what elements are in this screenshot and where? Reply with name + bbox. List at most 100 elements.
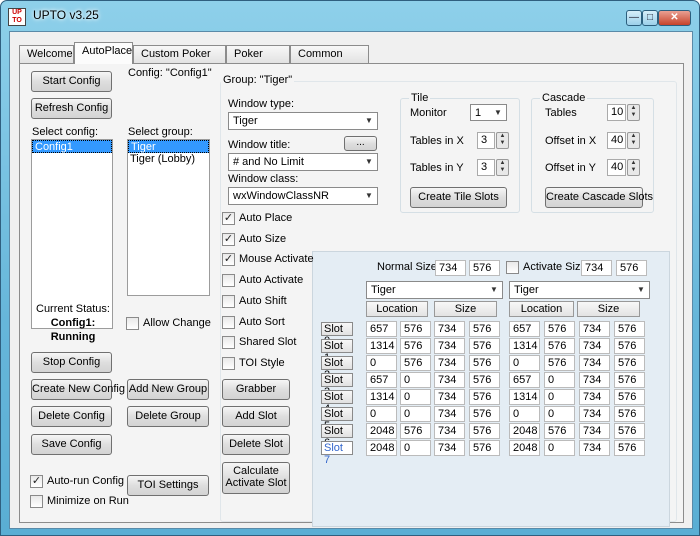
slot-activate-cell[interactable]: 576	[614, 338, 645, 354]
slot-activate-cell[interactable]: 0	[509, 355, 540, 371]
delete-slot-button[interactable]: Delete Slot	[222, 434, 290, 455]
tables-in-x-input[interactable]: 3	[477, 132, 495, 149]
normal-type-select[interactable]: Tiger ▼	[366, 281, 503, 299]
slot-activate-cell[interactable]: 657	[509, 372, 540, 388]
slot-activate-cell[interactable]: 0	[544, 389, 575, 405]
slot-row-label[interactable]: Slot 7	[321, 441, 353, 466]
slot-normal-cell[interactable]: 734	[434, 440, 465, 456]
slot-activate-cell[interactable]: 1314	[509, 389, 540, 405]
slot-normal-cell[interactable]: 657	[366, 321, 397, 337]
monitor-select[interactable]: 1 ▼	[470, 104, 507, 121]
slot-normal-cell[interactable]: 0	[366, 355, 397, 371]
slot-normal-cell[interactable]: 0	[400, 372, 431, 388]
checkbox-auto-place[interactable]: ✓ Auto Place	[222, 212, 292, 226]
create-cascade-slots-button[interactable]: Create Cascade Slots	[545, 187, 653, 208]
slot-activate-cell[interactable]: 576	[614, 406, 645, 422]
slot-normal-cell[interactable]: 734	[434, 321, 465, 337]
slot-normal-cell[interactable]: 576	[469, 440, 500, 456]
group-list[interactable]: Tiger Tiger (Lobby)	[127, 139, 210, 296]
slot-normal-cell[interactable]: 576	[469, 338, 500, 354]
refresh-config-button[interactable]: Refresh Config	[31, 98, 112, 119]
slot-row-label[interactable]: Slot 4	[321, 390, 353, 415]
slot-normal-cell[interactable]: 576	[469, 372, 500, 388]
slot-row-label[interactable]: Slot 3	[321, 373, 353, 398]
slot-activate-cell[interactable]: 576	[614, 440, 645, 456]
close-button[interactable]: ✕	[658, 10, 691, 26]
slot-normal-cell[interactable]: 734	[434, 355, 465, 371]
slot-activate-cell[interactable]: 734	[579, 372, 610, 388]
save-config-button[interactable]: Save Config	[31, 434, 112, 455]
slot-activate-cell[interactable]: 734	[579, 355, 610, 371]
slot-normal-cell[interactable]: 734	[434, 406, 465, 422]
slot-activate-cell[interactable]: 734	[579, 321, 610, 337]
activate-size-checkbox[interactable]: Activate Size	[506, 261, 587, 275]
window-title-select[interactable]: # and No Limit ▼	[228, 153, 378, 171]
slot-activate-cell[interactable]: 734	[579, 423, 610, 439]
tables-in-y-input[interactable]: 3	[477, 159, 495, 176]
add-slot-button[interactable]: Add Slot	[222, 406, 290, 427]
slot-row-label[interactable]: Slot 0	[321, 322, 353, 347]
slot-normal-cell[interactable]: 2048	[366, 423, 397, 439]
calculate-activate-slot-button[interactable]: Calculate Activate Slot	[222, 462, 290, 494]
slot-activate-cell[interactable]: 2048	[509, 440, 540, 456]
window-class-select[interactable]: wxWindowClassNR ▼	[228, 187, 378, 205]
start-config-button[interactable]: Start Config	[31, 71, 112, 92]
auto-run-config-checkbox[interactable]: ✓ Auto-run Config	[30, 475, 124, 489]
slot-activate-cell[interactable]: 0	[544, 372, 575, 388]
window-title-browse-button[interactable]: ...	[344, 136, 377, 151]
slot-row-label[interactable]: Slot 2	[321, 356, 353, 381]
cascade-tables-spinner[interactable]: ▲ ▼	[627, 104, 640, 121]
add-new-group-button[interactable]: Add New Group	[127, 379, 209, 400]
slot-normal-cell[interactable]: 2048	[366, 440, 397, 456]
slot-row-label[interactable]: Slot 6	[321, 424, 353, 449]
tab-poker-room[interactable]: Poker Room	[226, 45, 290, 77]
slot-normal-cell[interactable]: 657	[366, 372, 397, 388]
slot-normal-cell[interactable]: 576	[469, 321, 500, 337]
grabber-button[interactable]: Grabber	[222, 379, 290, 400]
slot-row-label[interactable]: Slot 1	[321, 339, 353, 364]
normal-size-width-input[interactable]: 734	[435, 260, 466, 276]
slot-activate-cell[interactable]: 0	[544, 440, 575, 456]
tables-in-y-spinner[interactable]: ▲ ▼	[496, 159, 509, 176]
slot-activate-cell[interactable]: 576	[614, 355, 645, 371]
slot-activate-cell[interactable]: 576	[544, 423, 575, 439]
slot-activate-cell[interactable]: 657	[509, 321, 540, 337]
list-item[interactable]: Tiger	[128, 140, 209, 153]
minimize-button[interactable]: —	[626, 10, 642, 26]
delete-config-button[interactable]: Delete Config	[31, 406, 112, 427]
checkbox-auto-activate[interactable]: Auto Activate	[222, 274, 303, 288]
slot-normal-cell[interactable]: 576	[469, 406, 500, 422]
delete-group-button[interactable]: Delete Group	[127, 406, 209, 427]
activate-size-width-input[interactable]: 734	[581, 260, 612, 276]
slot-normal-cell[interactable]: 576	[400, 423, 431, 439]
checkbox-auto-size[interactable]: ✓ Auto Size	[222, 232, 286, 247]
allow-change-checkbox[interactable]: Allow Change	[126, 317, 211, 331]
slot-normal-cell[interactable]: 734	[434, 372, 465, 388]
title-bar[interactable]: UP TO UPTO v3.25 — □ ✕	[1, 1, 699, 31]
tab-welcome[interactable]: Welcome	[19, 45, 74, 63]
checkbox-auto-shift[interactable]: Auto Shift	[222, 294, 287, 309]
slot-activate-cell[interactable]: 2048	[509, 423, 540, 439]
checkbox-shared-slot[interactable]: Shared Slot	[222, 336, 296, 350]
slot-normal-cell[interactable]: 576	[400, 355, 431, 371]
slot-normal-cell[interactable]: 0	[400, 389, 431, 405]
slot-activate-cell[interactable]: 0	[544, 406, 575, 422]
maximize-button[interactable]: □	[642, 10, 658, 26]
slot-activate-cell[interactable]: 0	[509, 406, 540, 422]
offset-in-x-spinner[interactable]: ▲ ▼	[627, 132, 640, 149]
slot-activate-cell[interactable]: 576	[614, 372, 645, 388]
checkbox-auto-sort[interactable]: Auto Sort	[222, 315, 285, 330]
activate-size-height-input[interactable]: 576	[616, 260, 647, 276]
slot-row-label[interactable]: Slot 5	[321, 407, 353, 432]
slot-normal-cell[interactable]: 734	[434, 389, 465, 405]
slot-normal-cell[interactable]: 576	[469, 355, 500, 371]
offset-in-x-input[interactable]: 40	[607, 132, 626, 149]
slot-normal-cell[interactable]: 576	[400, 338, 431, 354]
stop-config-button[interactable]: Stop Config	[31, 352, 112, 373]
slot-activate-cell[interactable]: 734	[579, 440, 610, 456]
slot-activate-cell[interactable]: 576	[614, 389, 645, 405]
slot-normal-cell[interactable]: 0	[366, 406, 397, 422]
slot-activate-cell[interactable]: 734	[579, 406, 610, 422]
tab-common-settings[interactable]: Common Settings	[290, 45, 369, 77]
slot-activate-cell[interactable]: 576	[544, 321, 575, 337]
